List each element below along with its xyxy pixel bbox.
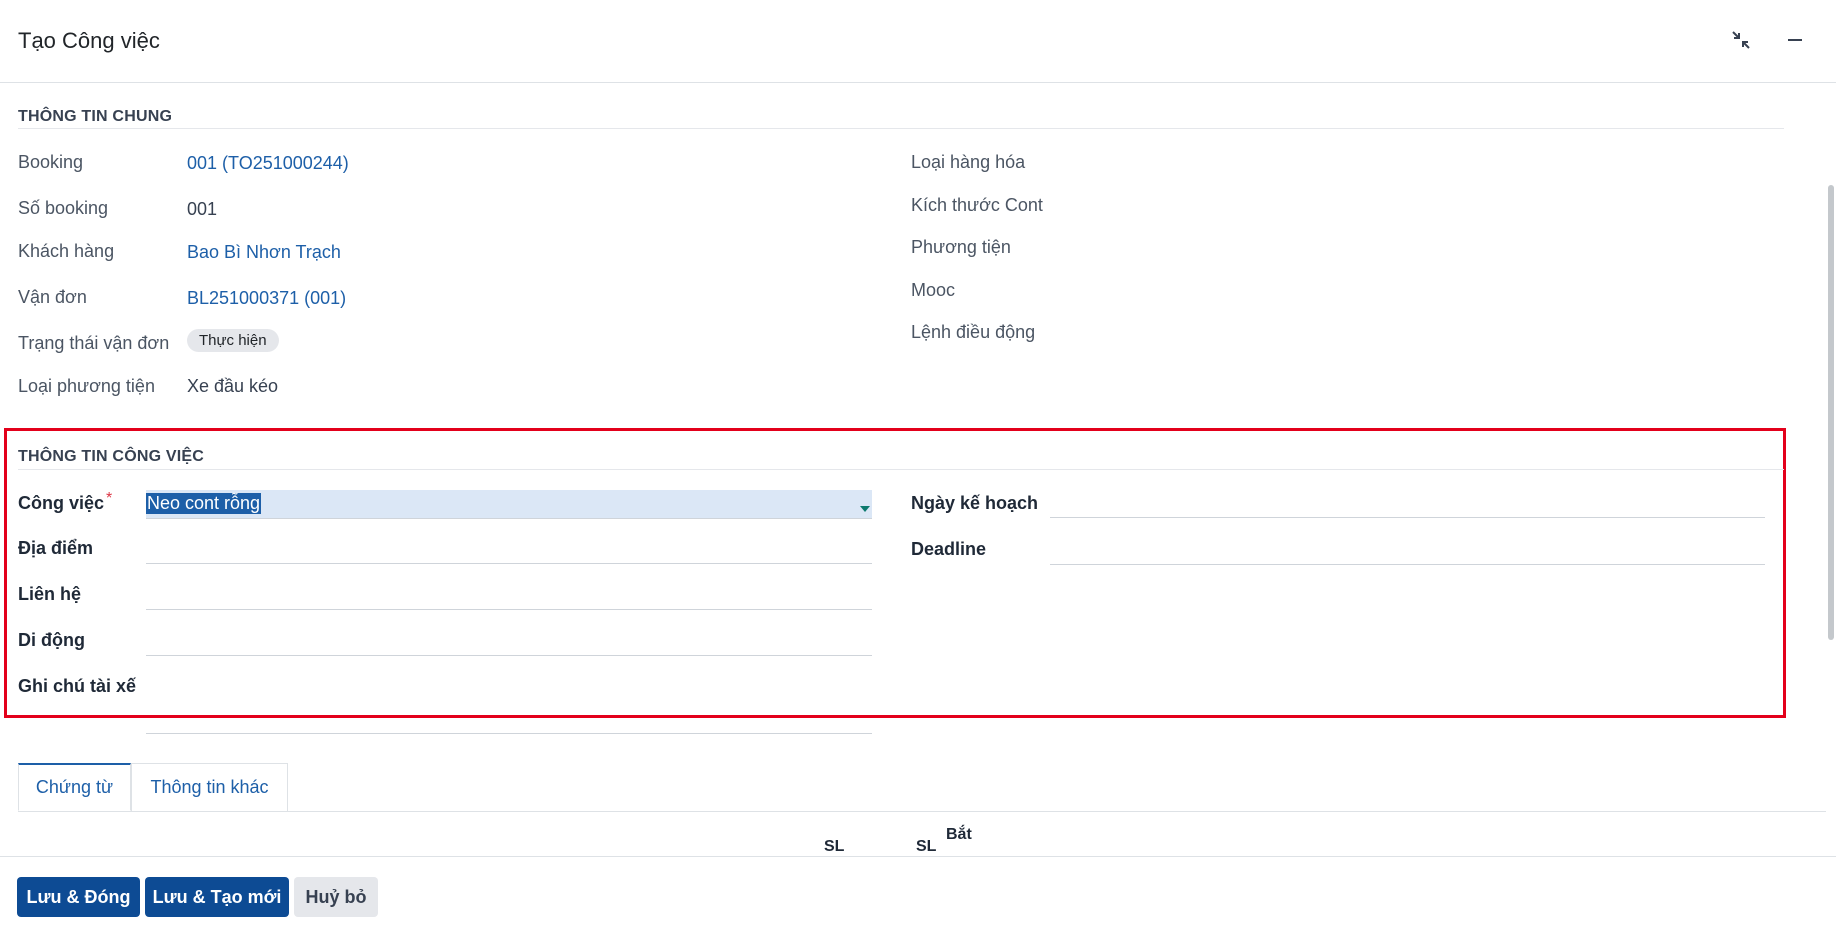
save-close-button[interactable]: Lưu & Đóng <box>17 877 140 917</box>
label-ngay-ke-hoach: Ngày kế hoạch <box>911 493 1039 513</box>
cancel-button[interactable]: Huỷ bỏ <box>294 877 378 917</box>
minimize-icon[interactable] <box>1783 28 1807 52</box>
section-divider <box>18 128 1784 129</box>
caret-down-icon[interactable] <box>860 500 870 518</box>
label-booking: Booking <box>18 152 84 172</box>
save-new-button[interactable]: Lưu & Tạo mới <box>145 877 289 917</box>
tab-thong-tin-khac[interactable]: Thông tin khác <box>131 763 288 811</box>
label-so-booking: Số booking <box>18 198 109 218</box>
column-header-sl-2: SL <box>916 838 937 855</box>
dialog-title: Tạo Công việc <box>18 28 160 53</box>
khach-hang-link[interactable]: Bao Bì Nhơn Trạch <box>187 242 341 263</box>
loai-phuong-tien-value: Xe đầu kéo <box>187 376 279 396</box>
label-dia-diem: Địa điểm <box>18 538 94 558</box>
tab-chung-tu[interactable]: Chứng từ <box>18 763 131 811</box>
compress-arrows-icon[interactable] <box>1729 28 1753 52</box>
di-dong-input[interactable] <box>146 655 872 656</box>
section-divider <box>18 469 1784 470</box>
label-trang-thai: Trạng thái vận đơn <box>18 333 170 353</box>
label-loai-hang-hoa: Loại hàng hóa <box>911 152 1026 172</box>
required-mark: * <box>106 490 113 507</box>
label-loai-phuong-tien: Loại phương tiện <box>18 376 155 396</box>
label-di-dong: Di động <box>18 630 85 650</box>
ghi-chu-input[interactable] <box>146 733 872 734</box>
label-deadline: Deadline <box>911 539 987 559</box>
column-header-bat: Bắt <box>946 826 972 843</box>
dia-diem-input[interactable] <box>146 563 872 564</box>
cong-viec-value[interactable]: Neo cont rỗng <box>146 493 262 514</box>
label-phuong-tien: Phương tiện <box>911 237 1011 257</box>
label-lien-he: Liên hệ <box>18 584 82 604</box>
label-ghi-chu: Ghi chú tài xế <box>18 676 137 696</box>
label-khach-hang: Khách hàng <box>18 241 115 261</box>
tabs-baseline <box>18 811 1826 812</box>
van-don-link[interactable]: BL251000371 (001) <box>187 288 346 309</box>
column-header-sl: SL <box>824 838 845 855</box>
label-van-don: Vận đơn <box>18 287 87 307</box>
label-mooc: Mooc <box>911 280 956 300</box>
booking-link[interactable]: 001 (TO251000244) <box>187 153 349 174</box>
deadline-input[interactable] <box>1050 564 1765 565</box>
so-booking-value: 001 <box>187 199 218 219</box>
ngay-ke-hoach-input[interactable] <box>1050 517 1765 518</box>
label-cong-viec: Công việc <box>18 493 105 513</box>
label-lenh-dieu-dong: Lệnh điều động <box>911 322 1036 342</box>
section-title-general: THÔNG TIN CHUNG <box>18 108 173 125</box>
dialog-header <box>0 0 1836 83</box>
section-title-job: THÔNG TIN CÔNG VIỆC <box>18 448 205 465</box>
label-kich-thuoc-cont: Kích thước Cont <box>911 195 1043 215</box>
scrollbar-thumb[interactable] <box>1828 185 1834 640</box>
highlight-frame <box>4 428 1786 718</box>
lien-he-input[interactable] <box>146 609 872 610</box>
status-badge: Thực hiện <box>187 329 279 352</box>
